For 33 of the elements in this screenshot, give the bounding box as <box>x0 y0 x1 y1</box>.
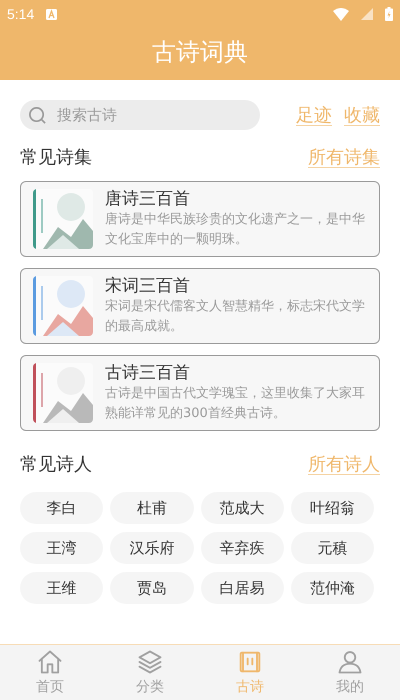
collection-title: 宋词三百首 <box>105 275 191 297</box>
notification-icon <box>46 8 58 20</box>
poet-chip[interactable]: 杜甫 <box>110 492 194 524</box>
collection-description: 宋词是宋代儒客文人智慧精华，标志宋代文学的最高成就。 <box>105 298 366 336</box>
poet-chip[interactable]: 辛弃疾 <box>200 532 284 564</box>
collection-description: 唐诗是中华民族珍贵的文化遗产之一，是中华文化宝库中的一颗明珠。 <box>105 211 366 249</box>
poet-chip[interactable]: 王维 <box>20 572 104 604</box>
collection-title: 古诗三百首 <box>105 362 191 384</box>
home-icon <box>36 648 64 676</box>
search-icon <box>28 106 47 125</box>
status-time: 5:14 <box>7 4 34 24</box>
collection-description: 古诗是中国古代文学瑰宝，这里收集了大家耳熟能详常见的300首经典古诗。 <box>105 385 366 423</box>
layers-icon <box>136 648 164 676</box>
signal-icon <box>361 8 373 20</box>
app-title: 古诗词典 <box>152 37 248 68</box>
wifi-icon <box>333 8 349 20</box>
search-field[interactable]: 搜索古诗 <box>20 100 260 130</box>
section-title: 常见诗人 <box>20 453 92 477</box>
poet-chip[interactable]: 王湾 <box>20 532 104 564</box>
battery-icon <box>385 7 393 21</box>
collection-card[interactable]: 宋词三百首 宋词是宋代儒客文人智慧精华，标志宋代文学的最高成就。 <box>20 268 380 344</box>
poet-chip[interactable]: 元稹 <box>290 532 374 564</box>
collection-card[interactable]: 唐诗三百首 唐诗是中华民族珍贵的文化遗产之一，是中华文化宝库中的一颗明珠。 <box>20 181 380 257</box>
section-title: 常见诗集 <box>20 146 92 170</box>
collection-card[interactable]: 古诗三百首 古诗是中国古代文学瑰宝，这里收集了大家耳熟能详常见的300首经典古诗。 <box>20 355 380 431</box>
poet-chip[interactable]: 范仲淹 <box>290 572 374 604</box>
poet-chip[interactable]: 贾岛 <box>110 572 194 604</box>
collection-title: 唐诗三百首 <box>105 188 191 210</box>
poet-chip[interactable]: 范成大 <box>200 492 284 524</box>
poet-chip[interactable]: 李白 <box>20 492 104 524</box>
poet-chip[interactable]: 白居易 <box>200 572 284 604</box>
poet-chip[interactable]: 叶绍翁 <box>290 492 374 524</box>
poet-chip[interactable]: 汉乐府 <box>110 532 194 564</box>
